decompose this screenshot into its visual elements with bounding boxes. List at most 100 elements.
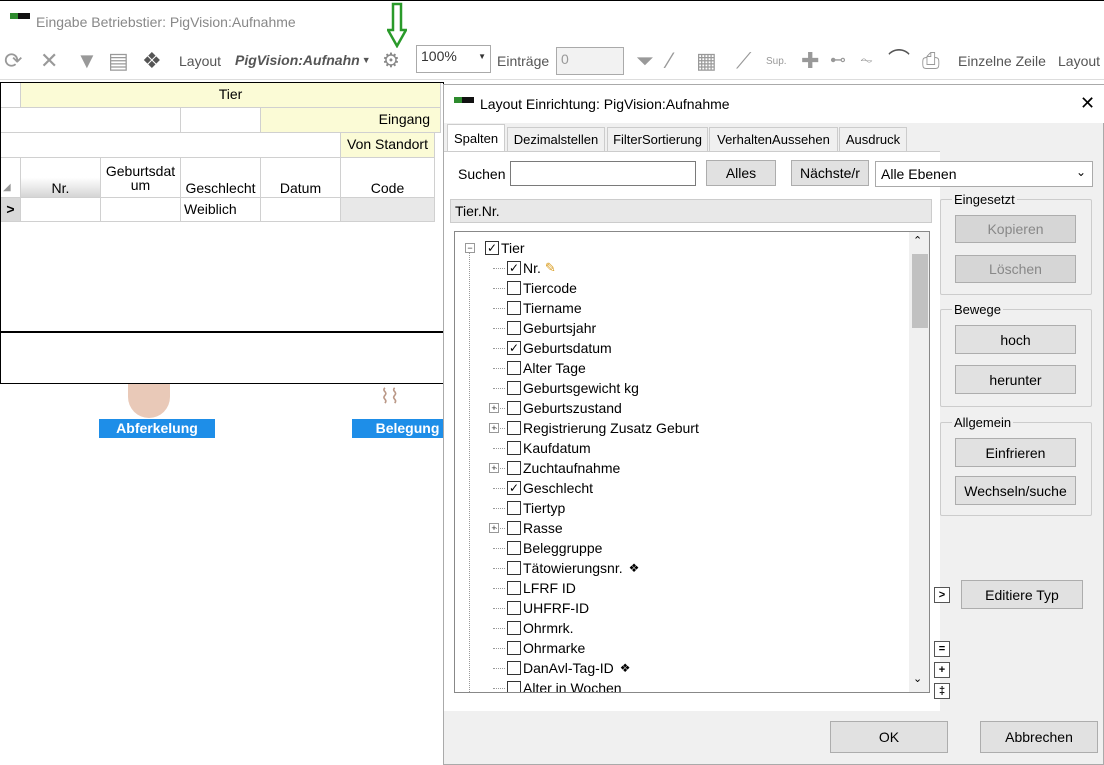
cell-geschlecht[interactable]: Weiblich bbox=[181, 198, 261, 222]
cell-datum[interactable] bbox=[261, 198, 341, 222]
equal-button[interactable]: = bbox=[934, 641, 950, 657]
abferkelung-button[interactable]: Abferkelung bbox=[99, 419, 215, 438]
tree-scrollbar[interactable]: ⌃ ⌄ bbox=[909, 232, 929, 692]
tree-item[interactable]: ✓ Nr. ✎ bbox=[507, 258, 556, 278]
cell-code[interactable] bbox=[341, 198, 435, 222]
tab-filtersortierung[interactable]: FilterSortierung bbox=[607, 127, 708, 151]
einfrieren-button[interactable]: Einfrieren bbox=[955, 438, 1076, 467]
tree-item[interactable]: ✓ Tier bbox=[485, 238, 525, 258]
edit-type-button[interactable]: Editiere Typ bbox=[961, 580, 1083, 609]
tree-item[interactable]: Tiertyp bbox=[507, 498, 565, 518]
checkbox[interactable] bbox=[507, 521, 521, 535]
checkbox[interactable] bbox=[507, 501, 521, 515]
checkbox[interactable] bbox=[507, 621, 521, 635]
tree-item[interactable]: Tiername bbox=[507, 298, 582, 318]
row-header-sort[interactable]: ◢ bbox=[1, 158, 21, 198]
refresh-icon[interactable]: ⟳ bbox=[4, 42, 22, 80]
column-header-code[interactable]: Code bbox=[341, 158, 435, 198]
column-header-geschlecht[interactable]: Geschlecht bbox=[181, 158, 261, 198]
search-input[interactable] bbox=[510, 161, 696, 186]
tree-item[interactable]: Beleggruppe bbox=[507, 538, 602, 558]
close-icon[interactable]: ✕ bbox=[1080, 93, 1095, 114]
scroll-up-icon[interactable]: ⌃ bbox=[913, 234, 922, 247]
alles-button[interactable]: Alles bbox=[706, 160, 776, 186]
expand-button[interactable]: > bbox=[934, 587, 950, 603]
tab-spalten[interactable]: Spalten bbox=[447, 124, 505, 152]
hoch-button[interactable]: hoch bbox=[955, 325, 1076, 354]
checkbox[interactable] bbox=[507, 281, 521, 295]
tree-item[interactable]: Ohrmrk. bbox=[507, 618, 574, 638]
checkbox[interactable] bbox=[507, 661, 521, 675]
checkbox[interactable] bbox=[507, 461, 521, 475]
tree-item[interactable]: Kaufdatum bbox=[507, 438, 591, 458]
checkbox-checked[interactable]: ✓ bbox=[507, 261, 521, 275]
wechseln-suche-button[interactable]: Wechseln/suche bbox=[955, 476, 1076, 505]
table-icon[interactable]: ▦ bbox=[696, 42, 717, 80]
checkbox-checked[interactable]: ✓ bbox=[485, 241, 499, 255]
checkbox[interactable] bbox=[507, 321, 521, 335]
tree-item[interactable]: Geburtsgewicht kg bbox=[507, 378, 639, 398]
cancel-icon[interactable]: ✕ bbox=[40, 42, 58, 80]
tree-item[interactable]: LFRF ID bbox=[507, 578, 576, 598]
naechste-button[interactable]: Nächste/r bbox=[791, 160, 869, 186]
belegung-button[interactable]: Belegung bbox=[352, 419, 443, 438]
checkbox[interactable] bbox=[507, 361, 521, 375]
tree-item[interactable]: Alter in Wochen bbox=[507, 678, 622, 692]
add-button[interactable]: + bbox=[934, 662, 950, 678]
save-icon[interactable]: ▼ bbox=[76, 42, 98, 80]
checkbox[interactable] bbox=[507, 441, 521, 455]
filter-icon[interactable]: ⏷ bbox=[636, 42, 654, 80]
checkbox[interactable] bbox=[507, 421, 521, 435]
checkbox[interactable] bbox=[507, 581, 521, 595]
printer-icon[interactable]: ⎙ bbox=[922, 42, 940, 80]
sup-button[interactable]: Sup. bbox=[766, 42, 787, 80]
curve-icon[interactable]: ⌒ bbox=[888, 42, 910, 80]
checkbox-checked[interactable]: ✓ bbox=[507, 341, 521, 355]
row-marker[interactable]: > bbox=[1, 198, 21, 222]
binoculars-icon[interactable]: ❖ bbox=[142, 42, 162, 80]
scroll-thumb[interactable] bbox=[912, 254, 928, 328]
tree-item[interactable]: ✓ Geschlecht bbox=[507, 478, 593, 498]
layout-combo[interactable]: PigVision:Aufnahn ▼ bbox=[232, 47, 378, 73]
print-icon[interactable]: ▤ bbox=[108, 42, 129, 80]
tree-item[interactable]: Registrierung Zusatz Geburt bbox=[507, 418, 699, 438]
tree-item[interactable]: Zuchtaufnahme bbox=[507, 458, 620, 478]
cancel-button[interactable]: Abbrechen bbox=[980, 721, 1098, 753]
checkbox[interactable] bbox=[507, 401, 521, 415]
herunter-button[interactable]: herunter bbox=[955, 365, 1076, 394]
loeschen-button[interactable]: Löschen bbox=[955, 255, 1076, 283]
ok-button[interactable]: OK bbox=[830, 721, 948, 753]
column-header-geburtsdatum[interactable]: Geburtsdat um bbox=[101, 158, 181, 198]
level-select[interactable]: Alle Ebenen ⌄ bbox=[875, 161, 1093, 187]
layout-button[interactable]: Layout bbox=[1058, 42, 1100, 80]
tab-ausdruck[interactable]: Ausdruck bbox=[839, 127, 907, 151]
column-header-nr[interactable]: Nr. bbox=[21, 158, 101, 198]
scroll-down-icon[interactable]: ⌄ bbox=[913, 672, 922, 685]
cell-geburtsdatum[interactable] bbox=[101, 198, 181, 222]
tree-item[interactable]: UHFRF-ID bbox=[507, 598, 589, 618]
plus-icon[interactable]: ✚ bbox=[801, 42, 819, 80]
checkbox[interactable] bbox=[507, 381, 521, 395]
single-row-button[interactable]: Einzelne Zeile bbox=[958, 42, 1046, 80]
tree-item[interactable]: ✓ Geburtsdatum bbox=[507, 338, 612, 358]
kopieren-button[interactable]: Kopieren bbox=[955, 215, 1076, 243]
syringe-icon[interactable]: ⟋ bbox=[736, 42, 751, 80]
checkbox[interactable] bbox=[507, 641, 521, 655]
link-icon[interactable]: ⊷ bbox=[830, 42, 846, 80]
double-dagger-button[interactable]: ‡ bbox=[934, 683, 950, 699]
tab-dezimalstellen[interactable]: Dezimalstellen bbox=[507, 127, 605, 151]
tree-item[interactable]: Alter Tage bbox=[507, 358, 586, 378]
tab-verhaltenaussehen[interactable]: VerhaltenAussehen bbox=[709, 127, 838, 151]
layout-label[interactable]: Layout bbox=[179, 42, 221, 80]
tree-item[interactable]: Tiercode bbox=[507, 278, 577, 298]
checkbox[interactable] bbox=[507, 301, 521, 315]
tree-item[interactable]: DanAvl-Tag-ID ❖ bbox=[507, 658, 631, 678]
checkbox[interactable] bbox=[507, 561, 521, 575]
column-tree[interactable]: ⌃ ⌄ − ✓ Tier ✓ Nr. ✎ Tiercode Tiername Geburtsja… bbox=[454, 231, 930, 693]
checkbox[interactable] bbox=[507, 601, 521, 615]
zoom-select[interactable]: 100% ▼ bbox=[416, 45, 491, 73]
tree-item[interactable]: Tätowierungsnr. ❖ bbox=[507, 558, 639, 578]
checkbox[interactable] bbox=[507, 541, 521, 555]
wave-icon[interactable]: ⏦ bbox=[860, 42, 873, 80]
wrench-icon[interactable]: ⁄ bbox=[668, 42, 672, 80]
